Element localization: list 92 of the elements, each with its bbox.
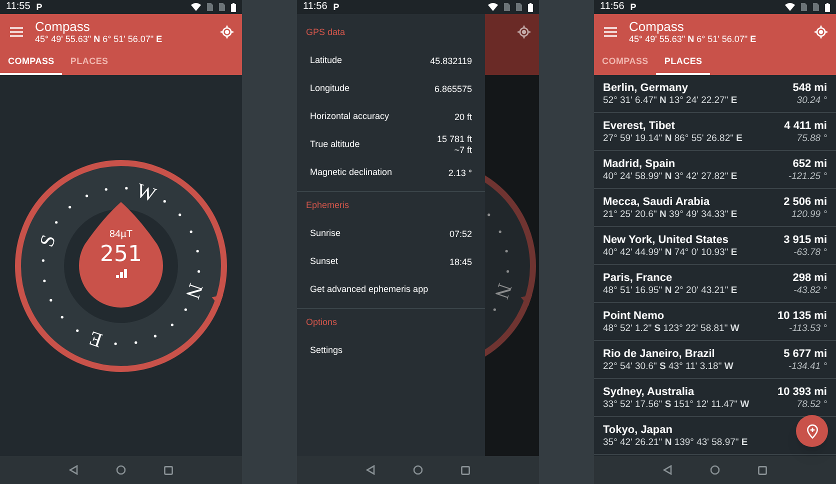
- section-header: Ephemeris: [305, 199, 350, 212]
- item-label: Latitude: [310, 54, 344, 68]
- place-bearing: 30.24 °: [796, 94, 827, 106]
- place-item[interactable]: Rio de Janeiro, Brazil 22° 54' 30.6" S 43° 11' 3.18" W 5 677 mi -134.41 °: [594, 341, 836, 379]
- place-distance: 3 915 mi: [784, 232, 827, 246]
- cardinal-letter: S: [36, 232, 60, 250]
- item-label: True altitude: [310, 138, 361, 152]
- notification-icon: P: [333, 2, 340, 12]
- place-bearing: -134.41 °: [788, 360, 827, 372]
- place-name: Madrid, Spain: [603, 156, 676, 170]
- cardinal-letter: E: [86, 326, 106, 352]
- notification-icon: P: [630, 2, 636, 12]
- magnetic-field: 84µT: [110, 229, 132, 241]
- status-time: 11:56: [600, 2, 624, 12]
- place-bearing: -121.25 °: [788, 170, 827, 182]
- place-coordinates: 40° 24' 58.99" N 3° 42' 27.82" E: [603, 170, 738, 182]
- item-value: 6.865575: [434, 84, 472, 94]
- place-name: Berlin, Germany: [603, 80, 688, 94]
- cardinal-letter: N: [181, 280, 207, 302]
- place-distance: 10 135 mi: [777, 308, 827, 322]
- place-name: Point Nemo: [603, 308, 664, 322]
- place-distance: 652 mi: [792, 156, 827, 170]
- place-distance: 5 677 mi: [784, 346, 827, 360]
- section-header: GPS data: [305, 26, 346, 40]
- place-coordinates: 48° 51' 16.95" N 2° 20' 43.21" E: [603, 284, 738, 296]
- place-name: Mecca, Saudi Arabia: [603, 194, 710, 208]
- place-name: Rio de Janeiro, Brazil: [603, 346, 715, 360]
- location-coordinates: 45° 49' 55.63" N 6° 51' 56.07" E: [35, 34, 164, 45]
- place-item[interactable]: Madrid, Spain 40° 24' 58.99" N 3° 42' 27.82" E 652 mi -121.25 °: [594, 151, 836, 189]
- cardinal-letter: N: [490, 280, 516, 302]
- item-value: 45.832119: [430, 56, 472, 66]
- place-distance: 2 506 mi: [784, 194, 827, 208]
- place-name: New York, United States: [603, 232, 729, 246]
- place-bearing: -63.78 °: [794, 246, 827, 258]
- place-item[interactable]: Berlin, Germany 52° 31' 6.47" N 13° 24' 22.27" E 548 mi 30.24 °: [594, 75, 836, 113]
- drawer-item[interactable]: Longitude 6.865575: [297, 75, 485, 103]
- place-distance: 10 393 mi: [777, 384, 827, 398]
- location-coordinates: 45° 49' 55.63" N 6° 51' 56.07" E: [629, 34, 758, 45]
- place-item[interactable]: Point Nemo 48° 52' 1.2" S 123° 22' 58.81" W 10 135 mi -113.53 °: [594, 303, 836, 341]
- place-coordinates: 33° 52' 17.56" S 151° 12' 11.47" W: [603, 398, 750, 410]
- item-label: Get advanced ephemeris app: [310, 283, 430, 296]
- place-bearing: 78.52 °: [796, 398, 827, 410]
- heading-value: 251: [100, 241, 142, 269]
- app-title: Compass: [629, 19, 685, 34]
- drawer-item[interactable]: Horizontal accuracy 20 ft: [297, 103, 485, 131]
- item-label: Sunrise: [310, 227, 342, 240]
- place-coordinates: 52° 31' 6.47" N 13° 24' 22.27" E: [603, 94, 738, 106]
- place-coordinates: 21° 25' 20.6" N 39° 49' 34.33" E: [603, 208, 738, 220]
- place-item[interactable]: Mecca, Saudi Arabia 21° 25' 20.6" N 39° 49' 34.33" E 2 506 mi 120.99 °: [594, 189, 836, 227]
- place-bearing: -113.53 °: [789, 322, 827, 334]
- item-label: Magnetic declination: [310, 166, 394, 180]
- item-label: Horizontal accuracy: [310, 110, 390, 124]
- item-value: 07:52: [449, 228, 472, 240]
- item-label: Longitude: [310, 82, 351, 96]
- place-coordinates: 22° 54' 30.6" S 43° 11' 3.18" W: [603, 360, 734, 372]
- place-item[interactable]: New York, United States 40° 42' 44.99" N 74° 0' 10.93" E 3 915 mi -63.78 °: [594, 227, 836, 265]
- app-title: Compass: [35, 19, 91, 34]
- place-coordinates: 35° 42' 26.21" N 139° 43' 58.97" E: [603, 436, 748, 448]
- item-label: Settings: [310, 344, 344, 358]
- item-value: ~7 ft: [454, 145, 472, 156]
- notification-icon: P: [36, 2, 42, 12]
- item-value: 15 781 ft: [436, 134, 472, 145]
- place-distance: 4 411 mi: [784, 118, 827, 132]
- drawer-item[interactable]: Sunset 18:45: [297, 248, 485, 276]
- place-name: Everest, Tibet: [603, 118, 675, 132]
- status-time: 11:56: [303, 2, 328, 12]
- drawer-item[interactable]: Sunrise 07:52: [297, 220, 485, 248]
- item-label: Sunset: [310, 255, 340, 268]
- place-coordinates: 27° 59' 19.14" N 86° 55' 26.82" E: [603, 132, 742, 144]
- place-distance: 298 mi: [792, 270, 827, 284]
- item-value: 20 ft: [454, 112, 472, 122]
- item-value: 2.13 °: [448, 168, 472, 178]
- place-name: Tokyo, Japan: [603, 422, 672, 436]
- place-coordinates: 48° 52' 1.2" S 123° 22' 58.81" W: [603, 322, 740, 334]
- place-bearing: 75.88 °: [796, 132, 827, 144]
- item-value: 18:45: [449, 256, 472, 268]
- place-bearing: 120.99 °: [792, 208, 827, 220]
- cardinal-letter: W: [134, 180, 159, 207]
- drawer-item[interactable]: Magnetic declination 2.13 °: [297, 159, 485, 187]
- place-bearing: -43.82 °: [794, 284, 827, 296]
- place-item[interactable]: Paris, France 48° 51' 16.95" N 2° 20' 43.21" E 298 mi -43.82 °: [594, 265, 836, 303]
- drawer-item[interactable]: Settings: [297, 337, 485, 365]
- place-item[interactable]: Everest, Tibet 27° 59' 19.14" N 86° 55' 26.82" E 4 411 mi 75.88 °: [594, 113, 836, 151]
- drawer-item[interactable]: Latitude 45.832119: [297, 47, 485, 75]
- drawer-item[interactable]: True altitude 15 781 ft ~7 ft: [297, 131, 485, 159]
- status-time: 11:55: [6, 2, 30, 12]
- drawer-item[interactable]: Get advanced ephemeris app: [297, 276, 485, 304]
- section-header: Options: [305, 316, 338, 330]
- place-coordinates: 40° 42' 44.99" N 74° 0' 10.93" E: [603, 246, 738, 258]
- place-distance: 548 mi: [792, 80, 827, 94]
- place-name: Sydney, Australia: [603, 384, 694, 398]
- place-name: Paris, France: [603, 270, 672, 284]
